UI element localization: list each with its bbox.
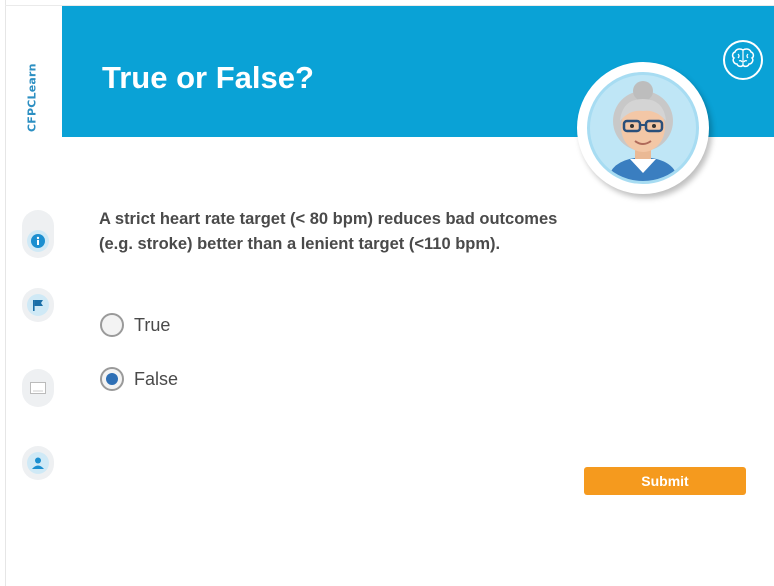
option-true[interactable]: True	[100, 311, 170, 339]
option-label-false: False	[134, 368, 179, 389]
avatar-portrait	[587, 72, 699, 184]
brain-icon	[731, 48, 755, 72]
radio-true[interactable]	[100, 313, 124, 337]
flag-icon	[27, 294, 49, 316]
option-false[interactable]: False	[100, 365, 178, 393]
brand-logo: CFPCLearn	[25, 63, 39, 133]
option-label-true: True	[134, 314, 171, 335]
info-icon	[27, 230, 49, 252]
page-title: True or False?	[102, 60, 314, 95]
sidebar-item-profile[interactable]	[22, 446, 54, 480]
radio-false[interactable]	[100, 367, 124, 391]
question-text: A strict heart rate target (< 80 bpm) re…	[99, 210, 558, 253]
submit-button[interactable]: Submit	[584, 467, 746, 495]
instructor-avatar	[577, 62, 709, 194]
brain-button[interactable]	[723, 40, 763, 80]
sidebar-item-info[interactable]	[22, 210, 54, 258]
note-icon	[30, 379, 46, 398]
sidebar-item-notes[interactable]	[22, 369, 54, 407]
sidebar-item-flag[interactable]	[22, 288, 54, 322]
person-icon	[27, 452, 49, 474]
